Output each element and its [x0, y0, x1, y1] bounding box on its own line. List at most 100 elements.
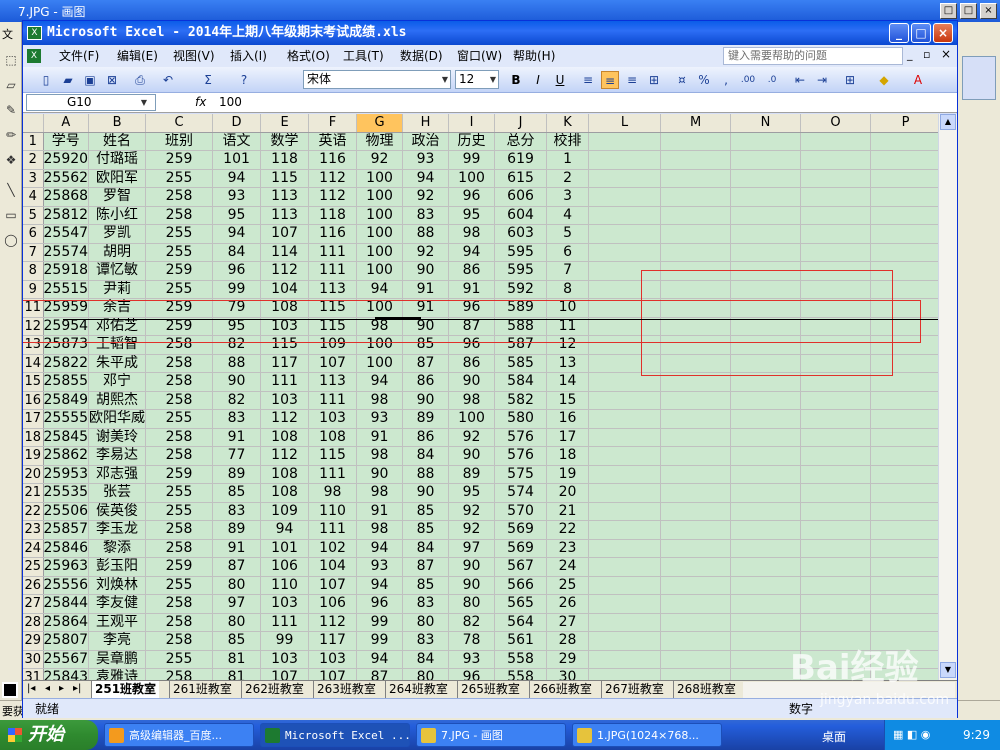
cell[interactable]: 570	[494, 502, 548, 521]
cell[interactable]: 99	[356, 613, 404, 632]
cell[interactable]: 85	[402, 520, 450, 540]
empty-cell[interactable]	[800, 613, 872, 632]
cell[interactable]: 25567	[43, 650, 90, 669]
cell[interactable]: 255	[145, 650, 214, 669]
sheet-tab[interactable]: 268班教室	[673, 681, 739, 698]
empty-cell[interactable]	[730, 557, 802, 577]
cell[interactable]: 100	[448, 169, 496, 188]
empty-cell[interactable]	[588, 187, 662, 207]
cell[interactable]: 90	[448, 576, 496, 595]
cell[interactable]: 王观平	[88, 613, 147, 632]
cell[interactable]: 109	[260, 502, 310, 521]
cell[interactable]: 103	[260, 594, 310, 614]
cell[interactable]: 13	[546, 354, 590, 373]
cell[interactable]: 100	[356, 169, 404, 188]
cell[interactable]: 总分	[494, 132, 548, 151]
sheet-tab[interactable]: 261班教室	[169, 681, 235, 698]
cell[interactable]: 111	[308, 261, 358, 281]
cell[interactable]: 89	[212, 465, 262, 484]
empty-cell[interactable]	[800, 428, 872, 447]
column-header[interactable]: H	[402, 114, 450, 133]
undo-icon[interactable]: ↶	[159, 71, 177, 89]
cell[interactable]: 罗智	[88, 187, 147, 207]
cell[interactable]: 117	[308, 631, 358, 651]
cell[interactable]: 94	[212, 169, 262, 188]
empty-cell[interactable]	[800, 206, 872, 225]
cell[interactable]: 574	[494, 483, 548, 503]
empty-cell[interactable]	[800, 465, 872, 484]
cell[interactable]: 邓宁	[88, 372, 147, 392]
row-header[interactable]: 30	[23, 650, 44, 669]
cell[interactable]: 606	[494, 187, 548, 207]
empty-cell[interactable]	[800, 132, 872, 151]
tray-icons[interactable]: ▦ ◧ ◉	[893, 720, 930, 750]
cell[interactable]: 576	[494, 428, 548, 447]
empty-cell[interactable]	[870, 150, 942, 170]
empty-cell[interactable]	[800, 446, 872, 466]
empty-cell[interactable]	[588, 613, 662, 632]
empty-cell[interactable]	[730, 224, 802, 244]
cell[interactable]: 物理	[356, 132, 404, 151]
cell[interactable]: 81	[212, 668, 262, 680]
cell[interactable]: 98	[356, 483, 404, 503]
empty-cell[interactable]	[660, 187, 732, 207]
cell[interactable]: 255	[145, 280, 214, 299]
empty-cell[interactable]	[800, 502, 872, 521]
cell[interactable]: 李玉龙	[88, 520, 147, 540]
cell[interactable]: 580	[494, 409, 548, 429]
cell[interactable]: 25843	[43, 668, 90, 680]
row-header[interactable]: 25	[23, 557, 44, 577]
row-header[interactable]: 26	[23, 576, 44, 595]
cell[interactable]: 88	[212, 354, 262, 373]
empty-cell[interactable]	[660, 594, 732, 614]
empty-cell[interactable]	[588, 243, 662, 262]
cell[interactable]: 112	[308, 187, 358, 207]
cell[interactable]: 113	[308, 372, 358, 392]
new-icon[interactable]: ▯	[37, 71, 55, 89]
row-header[interactable]: 23	[23, 520, 44, 540]
cell[interactable]: 90	[402, 483, 450, 503]
cell[interactable]: 25555	[43, 409, 90, 429]
cell[interactable]: 92	[448, 520, 496, 540]
cell[interactable]: 25849	[43, 391, 90, 410]
cell[interactable]: 20	[546, 483, 590, 503]
cell[interactable]: 80	[212, 613, 262, 632]
empty-cell[interactable]	[588, 409, 662, 429]
cell[interactable]: 25535	[43, 483, 90, 503]
cell[interactable]: 100	[356, 206, 404, 225]
empty-cell[interactable]	[800, 576, 872, 595]
cell[interactable]: 2	[546, 169, 590, 188]
row-header[interactable]: 2	[23, 150, 44, 170]
italic-button[interactable]: I	[529, 71, 547, 89]
cell[interactable]: 103	[260, 391, 310, 410]
cell[interactable]: 姓名	[88, 132, 147, 151]
menu-insert[interactable]: 插入(I)	[230, 48, 267, 64]
cell[interactable]: 255	[145, 169, 214, 188]
row-header[interactable]: 9	[23, 280, 44, 299]
decrease-decimal-icon[interactable]: .0	[763, 71, 781, 89]
cell[interactable]: 91	[212, 428, 262, 447]
cell[interactable]: 25963	[43, 557, 90, 577]
cell[interactable]: 25574	[43, 243, 90, 262]
cell[interactable]: 110	[260, 576, 310, 595]
cell[interactable]: 99	[448, 150, 496, 170]
cell[interactable]: 595	[494, 243, 548, 262]
empty-cell[interactable]	[730, 132, 802, 151]
empty-cell[interactable]	[870, 391, 942, 410]
cell[interactable]: 李易达	[88, 446, 147, 466]
cell[interactable]: 90	[448, 372, 496, 392]
empty-cell[interactable]	[800, 169, 872, 188]
sheet-tab[interactable]: 266班教室	[529, 681, 595, 698]
cell[interactable]: 115	[260, 169, 310, 188]
row-header[interactable]: 27	[23, 594, 44, 614]
cell[interactable]: 92	[448, 502, 496, 521]
cell[interactable]: 98	[356, 446, 404, 466]
cell[interactable]: 谢美玲	[88, 428, 147, 447]
cell[interactable]: 259	[145, 465, 214, 484]
open-icon[interactable]: ▰	[59, 71, 77, 89]
cell[interactable]: 116	[308, 150, 358, 170]
cell[interactable]: 21	[546, 502, 590, 521]
cell[interactable]: 84	[402, 539, 450, 558]
cell[interactable]: 115	[308, 446, 358, 466]
empty-cell[interactable]	[660, 409, 732, 429]
